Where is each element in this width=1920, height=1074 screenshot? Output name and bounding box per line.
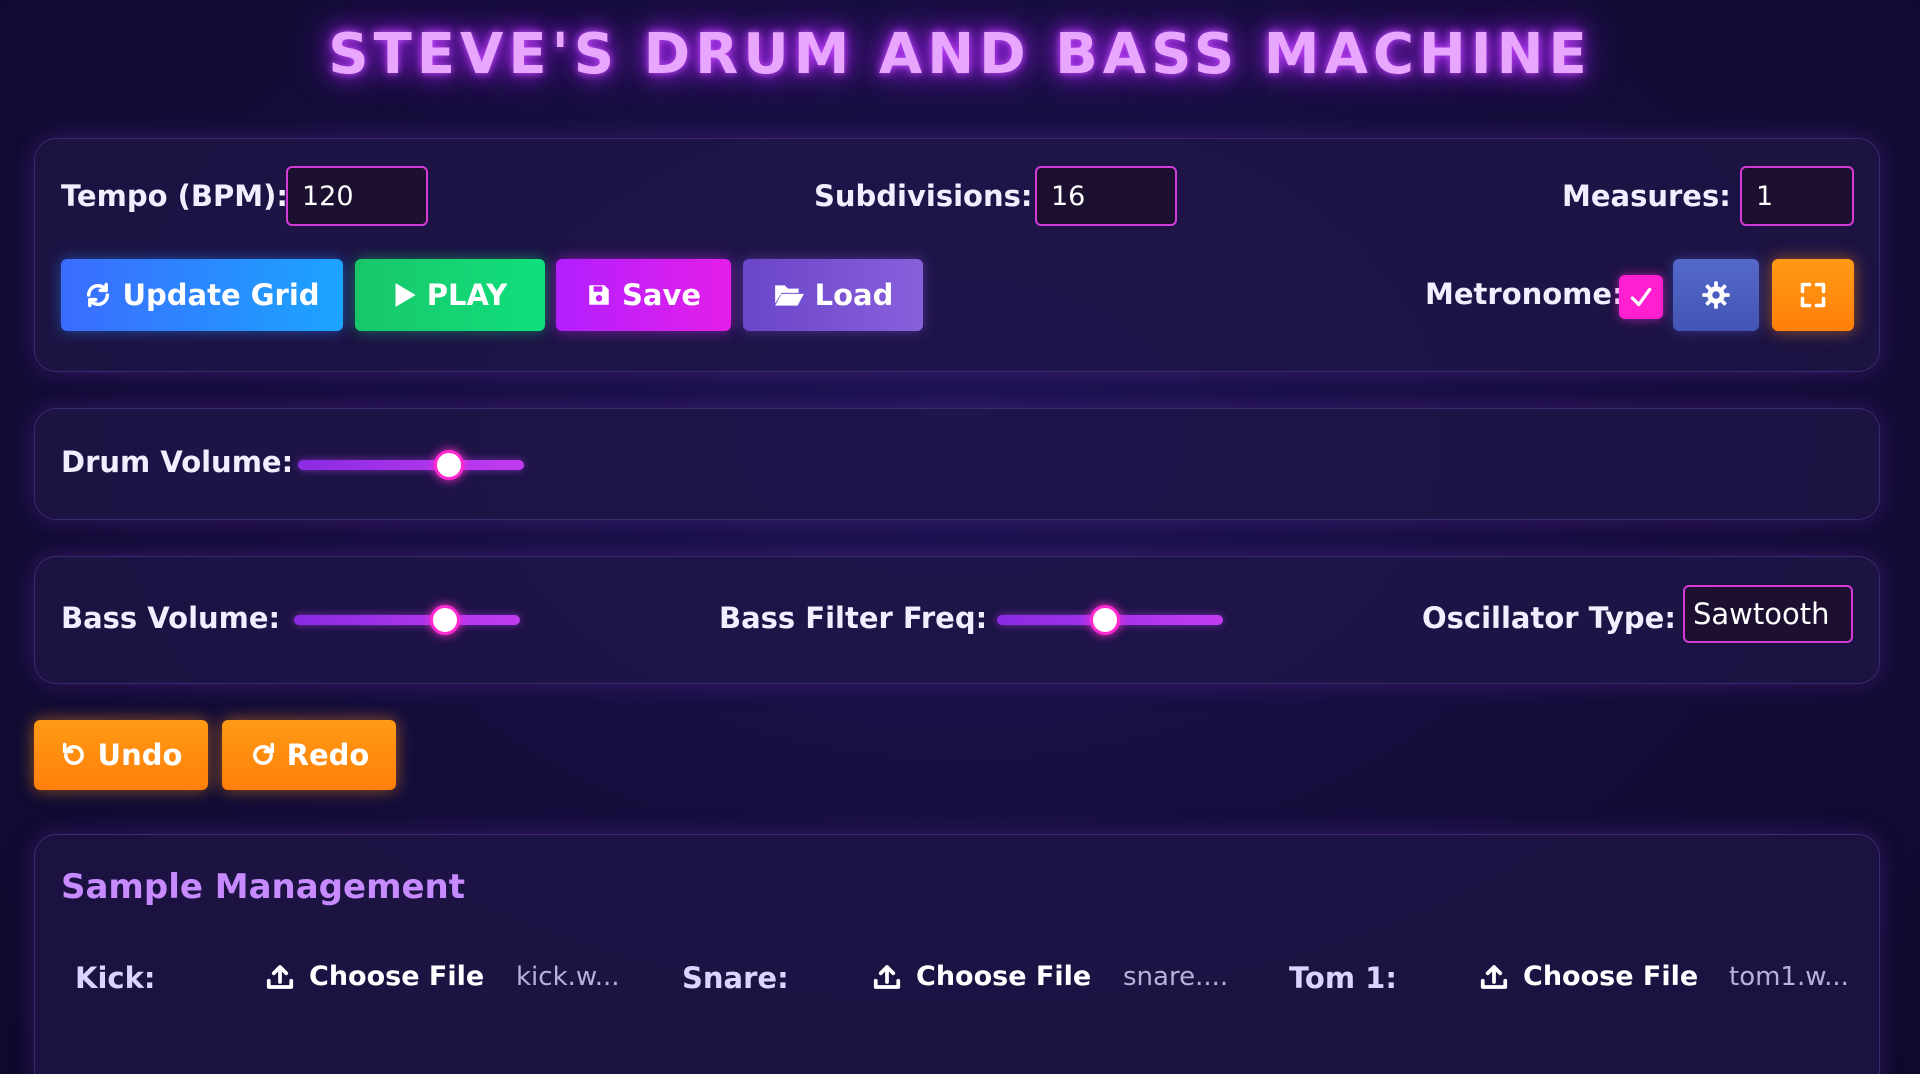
play-icon bbox=[393, 282, 417, 308]
snare-choose-file-button[interactable]: Choose File bbox=[872, 961, 1091, 992]
kick-filename: kick.w... bbox=[516, 962, 620, 992]
slider-thumb[interactable] bbox=[1090, 605, 1121, 635]
sample-management-title: Sample Management bbox=[61, 867, 466, 907]
checkmark-icon bbox=[1628, 284, 1654, 310]
undo-button[interactable]: Undo bbox=[34, 720, 208, 790]
redo-icon bbox=[249, 741, 277, 769]
bass-volume-label: Bass Volume: bbox=[61, 601, 281, 635]
subdivisions-input[interactable] bbox=[1035, 166, 1177, 226]
upload-icon bbox=[872, 962, 902, 992]
fullscreen-button[interactable] bbox=[1772, 259, 1854, 331]
redo-button[interactable]: Redo bbox=[222, 720, 396, 790]
load-button[interactable]: Load bbox=[743, 259, 923, 331]
metronome-label: Metronome: bbox=[1425, 277, 1624, 311]
slider-track bbox=[294, 615, 520, 625]
metronome-checkbox[interactable] bbox=[1619, 275, 1663, 319]
measures-label: Measures: bbox=[1562, 179, 1731, 213]
choose-file-label: Choose File bbox=[309, 961, 485, 992]
tempo-input[interactable] bbox=[286, 166, 428, 226]
oscillator-type-label: Oscillator Type: bbox=[1422, 601, 1676, 635]
redo-label: Redo bbox=[286, 738, 370, 772]
undo-label: Undo bbox=[97, 738, 183, 772]
app-root: STEVE'S DRUM AND BASS MACHINE Tempo (BPM… bbox=[0, 0, 1920, 1074]
save-icon bbox=[586, 282, 612, 308]
sample-management-panel: Sample Management Kick: Choose File kick… bbox=[34, 834, 1880, 1074]
tom1-choose-file-button[interactable]: Choose File bbox=[1479, 961, 1698, 992]
bass-filter-slider[interactable] bbox=[997, 602, 1223, 638]
sample-label-kick: Kick: bbox=[75, 961, 156, 995]
update-grid-label: Update Grid bbox=[122, 278, 320, 312]
slider-thumb[interactable] bbox=[430, 605, 461, 635]
settings-button[interactable] bbox=[1673, 259, 1759, 331]
oscillator-type-value: Sawtooth bbox=[1693, 597, 1830, 631]
save-button[interactable]: Save bbox=[556, 259, 731, 331]
update-grid-button[interactable]: Update Grid bbox=[61, 259, 343, 331]
sample-label-tom1: Tom 1: bbox=[1289, 961, 1397, 995]
bass-panel: Bass Volume: Bass Filter Freq: Oscillato… bbox=[34, 556, 1880, 684]
play-label: PLAY bbox=[426, 278, 508, 312]
gear-icon bbox=[1701, 280, 1731, 310]
play-button[interactable]: PLAY bbox=[355, 259, 545, 331]
save-label: Save bbox=[621, 278, 702, 312]
tom1-filename: tom1.w... bbox=[1729, 962, 1849, 992]
app-title: STEVE'S DRUM AND BASS MACHINE bbox=[328, 22, 1592, 87]
sample-label-snare: Snare: bbox=[682, 961, 789, 995]
tempo-label: Tempo (BPM): bbox=[61, 179, 288, 213]
refresh-icon bbox=[84, 281, 112, 309]
upload-icon bbox=[265, 962, 295, 992]
controls-panel: Tempo (BPM): Subdivisions: Measures: Upd… bbox=[34, 138, 1880, 372]
choose-file-label: Choose File bbox=[1523, 961, 1699, 992]
bass-volume-slider[interactable] bbox=[294, 602, 520, 638]
kick-choose-file-button[interactable]: Choose File bbox=[265, 961, 484, 992]
subdivisions-label: Subdivisions: bbox=[814, 179, 1033, 213]
upload-icon bbox=[1479, 962, 1509, 992]
folder-open-icon bbox=[773, 282, 805, 308]
choose-file-label: Choose File bbox=[916, 961, 1092, 992]
drum-panel: Drum Volume: bbox=[34, 408, 1880, 520]
undo-icon bbox=[60, 741, 88, 769]
oscillator-type-select[interactable]: Sawtooth bbox=[1683, 585, 1853, 643]
fullscreen-icon bbox=[1799, 281, 1827, 309]
measures-input[interactable] bbox=[1740, 166, 1854, 226]
drum-volume-slider[interactable] bbox=[298, 447, 524, 483]
bass-filter-label: Bass Filter Freq: bbox=[719, 601, 988, 635]
drum-volume-label: Drum Volume: bbox=[61, 445, 294, 479]
slider-track bbox=[298, 460, 524, 470]
slider-thumb[interactable] bbox=[434, 450, 465, 480]
snare-filename: snare.... bbox=[1123, 962, 1229, 992]
load-label: Load bbox=[814, 278, 894, 312]
